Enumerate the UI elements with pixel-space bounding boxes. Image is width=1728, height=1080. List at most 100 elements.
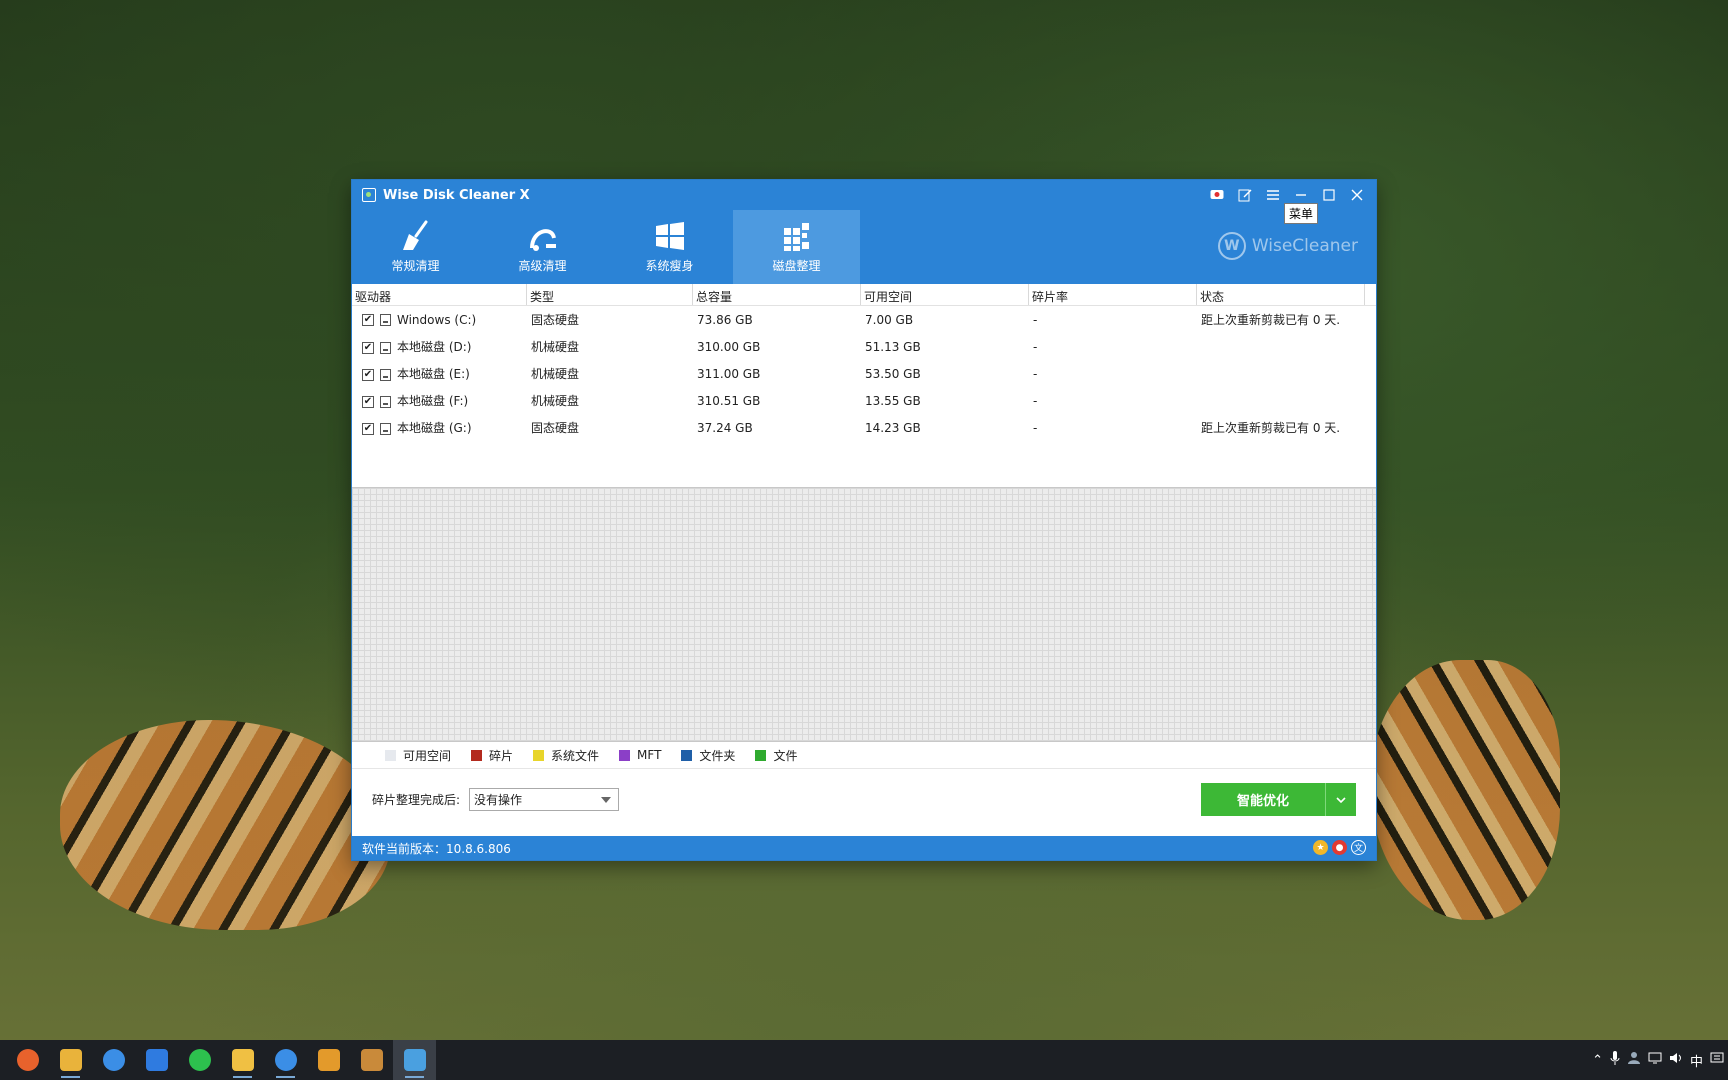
menu-icon[interactable] — [1262, 184, 1284, 206]
taskbar: ⌃ 中 — [0, 1040, 1728, 1080]
after-defrag-label: 碎片整理完成后: — [372, 792, 461, 807]
sublime-icon[interactable] — [307, 1040, 350, 1080]
wise-disk-cleaner-icon[interactable] — [393, 1040, 436, 1080]
tiger-image — [60, 720, 390, 930]
chrome-icon — [274, 1049, 297, 1071]
feishu-icon — [145, 1049, 168, 1071]
drive-name: 本地磁盘 (E:) — [397, 367, 470, 381]
wisecleaner-brand[interactable]: W WiseCleaner — [1217, 232, 1358, 260]
column-header-status[interactable]: 状态 — [1197, 284, 1365, 305]
maximize-icon[interactable] — [1318, 184, 1340, 206]
defrag-icon — [780, 220, 814, 252]
drive-name: 本地磁盘 (G:) — [397, 421, 472, 435]
title-bar: Wise Disk Cleaner X 菜单 — [352, 180, 1376, 224]
firefox-icon — [16, 1049, 39, 1071]
tab-label: 高级清理 — [518, 259, 567, 273]
table-cell-free: 51.13 GB — [865, 339, 921, 354]
chevron-down-icon[interactable] — [1326, 783, 1356, 816]
volume-icon[interactable] — [1669, 1052, 1683, 1068]
tab-label: 磁盘整理 — [772, 259, 821, 273]
feedback-icon[interactable] — [1206, 184, 1228, 206]
table-row[interactable]: ✔ 本地磁盘 (G:) 固态硬盘 37.24 GB 14.23 GB - 距上次重新剪裁已有… — [352, 414, 1376, 441]
chrome-icon[interactable] — [92, 1040, 135, 1080]
column-header-free[interactable]: 可用空间 — [861, 284, 1029, 305]
table-row[interactable]: ✔ Windows (C:) 固态硬盘 73.86 GB 7.00 GB - 距上次重新剪裁… — [352, 306, 1376, 333]
table-cell-status: 距上次重新剪裁已有 0 天. — [1201, 421, 1341, 435]
close-icon[interactable] — [1346, 184, 1368, 206]
tab-advanced-clean[interactable]: 高级清理 — [479, 210, 606, 284]
wise-disk-cleaner-icon — [403, 1049, 426, 1071]
drive-checkbox[interactable]: ✔ — [362, 422, 374, 435]
table-header: 驱动器 类型 总容量 可用空间 碎片率 状态 — [352, 284, 1376, 306]
notification-icon[interactable] — [1710, 1052, 1724, 1068]
app-window: Wise Disk Cleaner X 菜单 常规清理 高级清理 系统瘦身 磁盘… — [352, 180, 1376, 860]
after-defrag-select[interactable]: 没有操作 — [469, 787, 620, 811]
cluster-map — [352, 488, 1376, 742]
status-icons: ★ ● 文 — [1313, 840, 1366, 855]
column-header-fragmentation[interactable]: 碎片率 — [1029, 284, 1197, 305]
people-icon[interactable] — [1627, 1051, 1641, 1069]
legend-label: 系统文件 — [551, 748, 600, 763]
network-icon[interactable] — [1648, 1052, 1662, 1068]
language-icon[interactable]: 文 — [1351, 840, 1366, 855]
column-header-drive[interactable]: 驱动器 — [352, 284, 527, 305]
tab-normal-clean[interactable]: 常规清理 — [352, 210, 479, 284]
table-cell-frag: - — [1033, 420, 1038, 435]
smart-optimize-label[interactable]: 智能优化 — [1201, 783, 1326, 816]
column-header-type[interactable]: 类型 — [527, 284, 693, 305]
legend-label: 可用空间 — [403, 748, 452, 763]
legend-swatch — [385, 749, 396, 761]
legend-label: 文件 — [773, 748, 798, 763]
chevron-down-icon — [601, 796, 612, 803]
hard-drive-icon — [380, 395, 391, 408]
table-cell-type: 固态硬盘 — [531, 313, 580, 327]
folder-icon[interactable] — [221, 1040, 264, 1080]
table-row[interactable]: ✔ 本地磁盘 (E:) 机械硬盘 311.00 GB 53.50 GB - — [352, 360, 1376, 387]
tab-system-slim[interactable]: 系统瘦身 — [606, 210, 733, 284]
table-cell-frag: - — [1033, 339, 1038, 354]
smart-optimize-button[interactable]: 智能优化 — [1201, 783, 1356, 816]
legend-swatch — [619, 749, 631, 761]
table-cell-type: 固态硬盘 — [531, 421, 580, 435]
drive-checkbox[interactable]: ✔ — [362, 395, 374, 408]
drive-name: 本地磁盘 (D:) — [397, 340, 472, 354]
main-toolbar: 常规清理 高级清理 系统瘦身 磁盘整理 W WiseCleaner — [352, 210, 1376, 284]
input-method-indicator[interactable]: 中 — [1690, 1051, 1703, 1070]
table-cell-free: 7.00 GB — [865, 312, 914, 327]
edit-icon[interactable] — [1234, 184, 1256, 206]
drive-name: 本地磁盘 (F:) — [397, 394, 469, 408]
drive-checkbox[interactable]: ✔ — [362, 314, 374, 326]
star-icon[interactable]: ★ — [1313, 840, 1328, 855]
package-icon[interactable] — [350, 1040, 393, 1080]
legend-item: 文件夹 — [681, 747, 735, 764]
app-logo-icon — [362, 188, 376, 202]
table-cell-type: 机械硬盘 — [531, 340, 580, 354]
version-text: 软件当前版本：10.8.6.806 — [362, 841, 511, 856]
chevron-up-icon[interactable]: ⌃ — [1592, 1053, 1603, 1068]
tab-defrag[interactable]: 磁盘整理 — [733, 210, 860, 284]
table-row[interactable]: ✔ 本地磁盘 (F:) 机械硬盘 310.51 GB 13.55 GB - — [352, 387, 1376, 414]
feishu-icon[interactable] — [135, 1040, 178, 1080]
advanced-clean-icon — [526, 220, 560, 252]
table-cell-total: 311.00 GB — [697, 366, 761, 381]
legend-item: 文件 — [755, 747, 797, 764]
wechat-icon[interactable] — [178, 1040, 221, 1080]
column-header-total[interactable]: 总容量 — [693, 284, 861, 305]
drive-checkbox[interactable]: ✔ — [362, 341, 374, 354]
chrome-icon[interactable] — [264, 1040, 307, 1080]
legend-swatch — [533, 749, 545, 761]
table-row[interactable]: ✔ 本地磁盘 (D:) 机械硬盘 310.00 GB 51.13 GB - — [352, 333, 1376, 360]
system-tray: ⌃ 中 — [1592, 1040, 1728, 1080]
file-explorer-icon[interactable] — [49, 1040, 92, 1080]
legend-item: MFT — [619, 748, 661, 762]
brand-name: WiseCleaner — [1251, 236, 1358, 256]
hard-drive-icon — [380, 422, 391, 435]
drive-checkbox[interactable]: ✔ — [362, 368, 374, 381]
weibo-icon[interactable]: ● — [1332, 840, 1347, 855]
cluster-legend: 可用空间 碎片 系统文件 MFT 文件夹 文件 — [352, 742, 1376, 769]
microphone-icon[interactable] — [1610, 1051, 1620, 1069]
action-bar: 碎片整理完成后: 没有操作 智能优化 — [352, 769, 1376, 829]
hard-drive-icon — [380, 314, 391, 326]
firefox-icon[interactable] — [6, 1040, 49, 1080]
tab-label: 系统瘦身 — [645, 259, 694, 273]
